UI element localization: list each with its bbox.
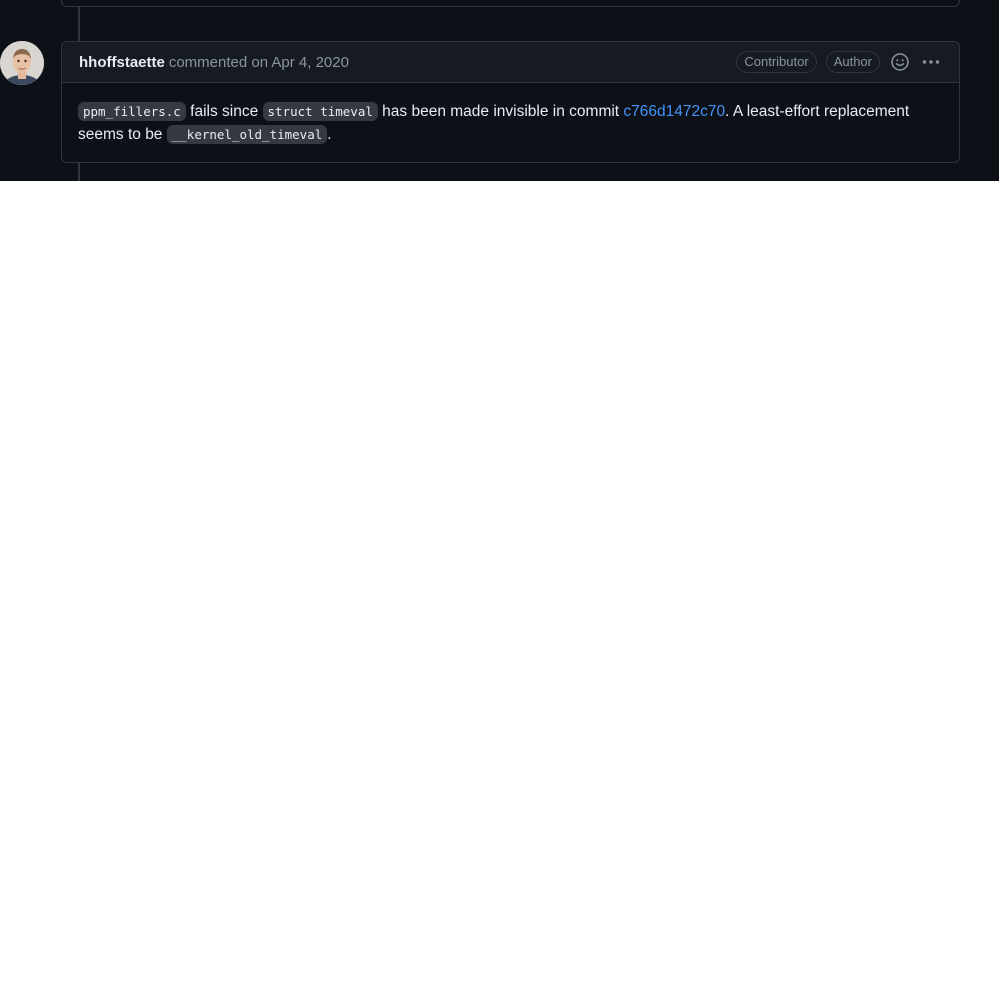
timeline-region: hhoffstaette commented on Apr 4, 2020 Co… [0,0,999,181]
inline-code-struct: struct timeval [262,102,378,121]
comment-card: hhoffstaette commented on Apr 4, 2020 Co… [61,41,960,163]
body-text: has been made invisible in commit [377,103,624,120]
timeline-connector [78,6,80,42]
comment-header: hhoffstaette commented on Apr 4, 2020 Co… [62,42,959,83]
comment-header-actions: Contributor Author [736,51,942,73]
smiley-icon[interactable] [889,51,911,73]
body-text: fails since [185,103,263,120]
avatar[interactable] [0,41,44,85]
previous-comment-card [61,0,960,7]
inline-code-filename: ppm_fillers.c [78,102,186,121]
comment-timestamp[interactable]: commented on Apr 4, 2020 [169,54,349,71]
author-badge: Author [825,51,880,73]
contributor-badge: Contributor [736,51,817,73]
comment-body: ppm_fillers.c fails since struct timeval… [62,83,959,163]
body-text: . [327,126,332,143]
inline-code-replacement: __kernel_old_timeval [166,125,328,144]
kebab-horizontal-icon[interactable] [920,51,942,73]
commit-link[interactable]: c766d1472c70 [623,103,725,120]
timeline-connector [78,162,80,181]
comment-author-link[interactable]: hhoffstaette [79,54,165,71]
